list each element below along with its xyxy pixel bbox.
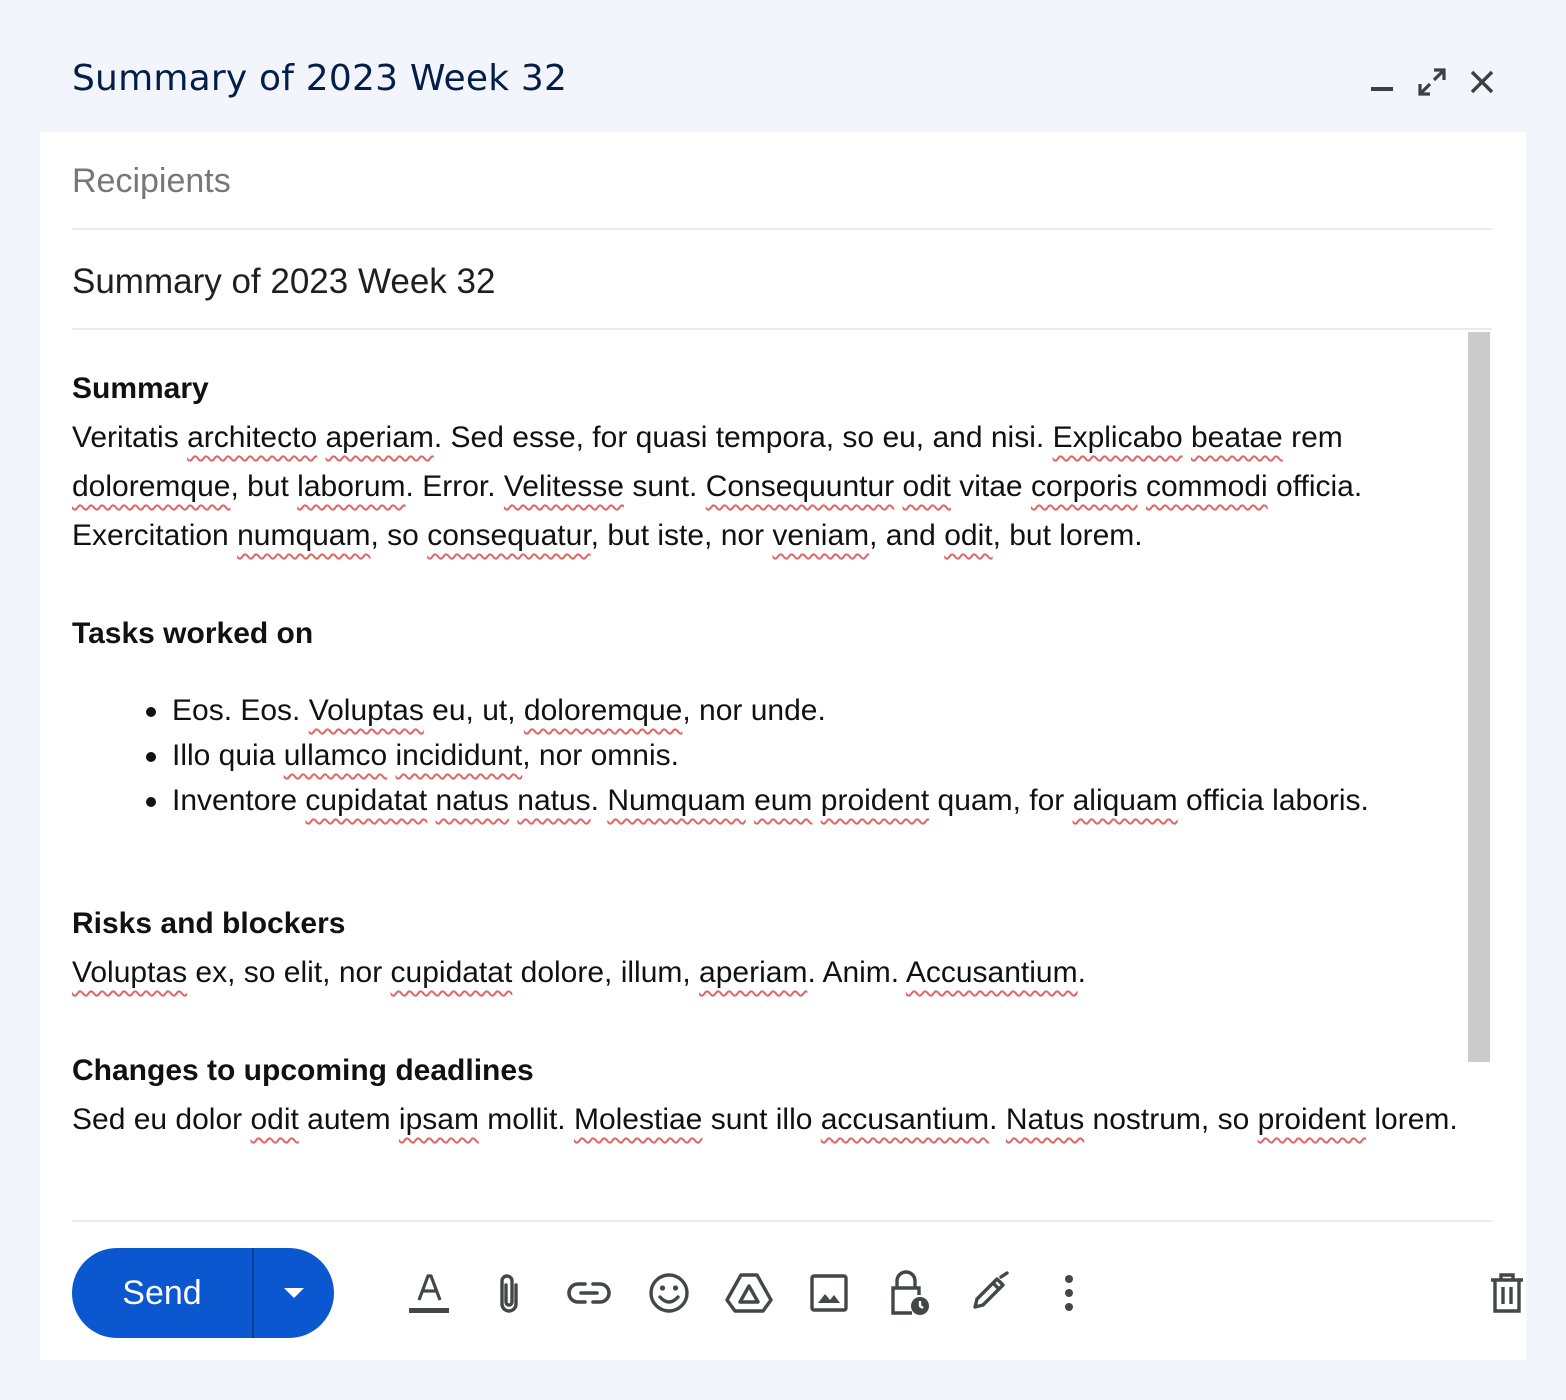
link-icon (567, 1282, 611, 1304)
misspelled-word[interactable]: Consequuntur (706, 470, 894, 503)
misspelled-word[interactable]: Explicabo (1053, 421, 1183, 454)
misspelled-word[interactable]: accusantium (821, 1103, 989, 1136)
confidential-mode-icon (891, 1270, 929, 1315)
summary-paragraph: Veritatis architecto aperiam. Sed esse, … (72, 421, 1363, 552)
more-options-icon (1065, 1275, 1073, 1311)
toolbar-divider (72, 1220, 1492, 1222)
misspelled-word[interactable]: natus (517, 784, 590, 817)
misspelled-word[interactable]: Accusantium (906, 956, 1078, 989)
attach-icon (500, 1274, 518, 1313)
misspelled-word[interactable]: beatae (1191, 421, 1283, 454)
misspelled-word[interactable]: doloremque (72, 470, 230, 503)
tasks-heading: Tasks worked on (72, 617, 314, 650)
formatting-icon (409, 1274, 449, 1313)
insert-signature-button[interactable] (964, 1268, 1014, 1318)
tasks-list: Eos. Eos. Voluptas eu, ut, doloremque, n… (144, 688, 1462, 823)
misspelled-word[interactable]: Natus (1006, 1103, 1084, 1136)
confidential-mode-button[interactable] (884, 1268, 934, 1318)
subject-field[interactable]: Summary of 2023 Week 32 (72, 262, 1492, 330)
compose-window: Summary of 2023 Week 32 Recipients Summa… (0, 0, 1566, 1400)
misspelled-word[interactable]: natus (436, 784, 509, 817)
attach-files-button[interactable] (484, 1268, 534, 1318)
list-item: Illo quia ullamco incididunt, nor omnis. (144, 733, 1462, 778)
misspelled-word[interactable]: eum (754, 784, 812, 817)
close-icon[interactable] (1462, 62, 1502, 102)
drive-icon (725, 1273, 773, 1313)
misspelled-word[interactable]: veniam (772, 519, 869, 552)
misspelled-word[interactable]: corporis (1031, 470, 1138, 503)
photo-icon (810, 1274, 848, 1312)
list-item: Inventore cupidatat natus natus. Numquam… (144, 778, 1462, 823)
misspelled-word[interactable]: cupidatat (305, 784, 427, 817)
compose-titlebar[interactable]: Summary of 2023 Week 32 (0, 0, 1566, 132)
misspelled-word[interactable]: Numquam (607, 784, 745, 817)
message-body[interactable]: Summary Veritatis architecto aperiam. Se… (72, 332, 1492, 1220)
misspelled-word[interactable]: consequatur (427, 519, 590, 552)
recipients-field[interactable]: Recipients (72, 162, 1492, 230)
misspelled-word[interactable]: laborum (297, 470, 405, 503)
misspelled-word[interactable]: aperiam (325, 421, 433, 454)
misspelled-word[interactable]: Molestiae (574, 1103, 702, 1136)
summary-heading: Summary (72, 372, 209, 405)
misspelled-word[interactable]: architecto (187, 421, 317, 454)
deadlines-heading: Changes to upcoming deadlines (72, 1054, 534, 1087)
body-scrollbar[interactable] (1468, 332, 1490, 1062)
signature-icon (973, 1271, 1009, 1309)
discard-draft-button[interactable] (1482, 1268, 1532, 1318)
subject-text: Summary of 2023 Week 32 (72, 262, 496, 301)
misspelled-word[interactable]: odit (903, 470, 951, 503)
compose-panel: Recipients Summary of 2023 Week 32 Summa… (40, 132, 1526, 1360)
insert-link-button[interactable] (564, 1268, 614, 1318)
misspelled-word[interactable]: doloremque (524, 694, 682, 727)
misspelled-word[interactable]: ipsam (399, 1103, 479, 1136)
misspelled-word[interactable]: odit (944, 519, 992, 552)
misspelled-word[interactable]: Voluptas (309, 694, 424, 727)
trash-icon (1491, 1273, 1523, 1313)
insert-photo-button[interactable] (804, 1268, 854, 1318)
formatting-options-button[interactable] (404, 1268, 454, 1318)
send-button[interactable]: Send (72, 1248, 252, 1338)
insert-emoji-button[interactable] (644, 1268, 694, 1318)
minimize-icon[interactable] (1362, 62, 1402, 102)
schedule-send-dropdown[interactable] (254, 1248, 334, 1338)
misspelled-word[interactable]: aliquam (1073, 784, 1178, 817)
recipients-placeholder: Recipients (72, 162, 231, 200)
risks-paragraph: Voluptas ex, so elit, nor cupidatat dolo… (72, 956, 1086, 989)
deadlines-paragraph: Sed eu dolor odit autem ipsam mollit. Mo… (72, 1103, 1458, 1136)
misspelled-word[interactable]: Voluptas (72, 956, 187, 989)
misspelled-word[interactable]: ullamco (284, 739, 387, 772)
insert-from-drive-button[interactable] (724, 1268, 774, 1318)
list-item: Eos. Eos. Voluptas eu, ut, doloremque, n… (144, 688, 1462, 733)
risks-heading: Risks and blockers (72, 907, 346, 940)
more-options-button[interactable] (1044, 1268, 1094, 1318)
send-button-group: Send (72, 1248, 334, 1338)
misspelled-word[interactable]: proident (1258, 1103, 1366, 1136)
misspelled-word[interactable]: Velitesse (504, 470, 624, 503)
misspelled-word[interactable]: odit (250, 1103, 298, 1136)
expand-icon[interactable] (1412, 62, 1452, 102)
misspelled-word[interactable]: commodi (1146, 470, 1268, 503)
compose-toolbar: Send (72, 1248, 1523, 1340)
misspelled-word[interactable]: aperiam (699, 956, 807, 989)
emoji-icon (649, 1273, 689, 1313)
misspelled-word[interactable]: incididunt (395, 739, 522, 772)
misspelled-word[interactable]: cupidatat (391, 956, 513, 989)
misspelled-word[interactable]: proident (821, 784, 929, 817)
message-content: Summary Veritatis architecto aperiam. Se… (72, 364, 1462, 1144)
chevron-down-icon (284, 1288, 304, 1298)
compose-title: Summary of 2023 Week 32 (72, 58, 568, 99)
misspelled-word[interactable]: numquam (237, 519, 370, 552)
